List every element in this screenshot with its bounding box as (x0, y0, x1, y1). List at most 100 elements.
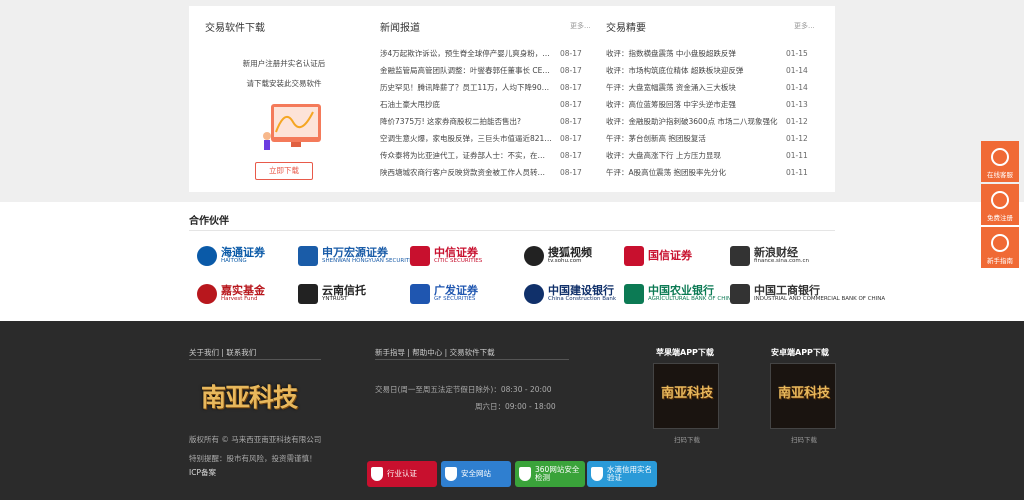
partner-mark-icon (410, 284, 430, 304)
summary-item-title[interactable]: 午评：大盘宽幅震荡 资金涌入三大板块 (606, 80, 778, 96)
top-section: 交易软件下载 新用户注册并实名认证后 请下载安装此交易软件 立即下载 新闻报道 … (0, 0, 1024, 202)
partner-logo[interactable]: 海通证券 HAITONG (197, 243, 265, 269)
summary-item[interactable]: 午评：A股高位震荡 抱团股率先分化 01-11 (606, 165, 820, 181)
android-scan-caption: 扫码下载 (791, 436, 817, 444)
partner-name-en: INDUSTRIAL AND COMMERCIAL BANK OF CHINA (754, 295, 886, 302)
summary-item[interactable]: 收评：金融股助沪指刺破3600点 市场二八现象强化 01-12 (606, 114, 820, 130)
partner-logo[interactable]: 嘉实基金 Harvest Fund (197, 281, 265, 307)
summary-title: 交易精要 (606, 23, 646, 34)
news-title: 新闻报道 (380, 23, 420, 34)
news-more-link[interactable]: 更多... (570, 21, 591, 31)
summary-item[interactable]: 收评：高位蓝筹股回落 中字头逆市走强 01-13 (606, 97, 820, 113)
trust-badge[interactable]: 360网站安全检测 (515, 461, 585, 487)
partner-mark-icon (298, 246, 318, 266)
news-item-title[interactable]: 陕西塘城农商行客户反映贷款资金被工作人员转走 ... (380, 165, 552, 181)
sidebar-lightbulb-button[interactable]: 免费注册 (981, 184, 1019, 225)
partner-mark-icon (624, 284, 644, 304)
ios-download-title: 苹果端APP下载 (656, 348, 714, 357)
trade-hours-weekday: 交易日(周一至周五法定节假日除外)：08:30 - 20:00 (375, 385, 552, 394)
news-item[interactable]: 涉4万起欺诈诉讼，预生脊全球停产婴儿爽身粉，健... 08-17 (380, 46, 590, 62)
partner-logo[interactable]: 中信证券 CITIC SECURITIES (410, 243, 482, 269)
shield-icon (371, 467, 383, 481)
news-item[interactable]: 陕西塘城农商行客户反映贷款资金被工作人员转走 ... 08-17 (380, 165, 590, 181)
summary-item[interactable]: 午评：茅台创新高 抱团股复活 01-12 (606, 131, 820, 147)
news-item-date: 08-17 (560, 151, 582, 160)
help-links[interactable]: 新手指导 | 帮助中心 | 交易软件下载 (375, 347, 495, 358)
partner-logo[interactable]: 广发证券 GF SECURITIES (410, 281, 478, 307)
sidebar-location-pin-button[interactable]: 新手指南 (981, 227, 1019, 268)
news-item[interactable]: 历史罕见！腾讯降薪了？员工11万，人均下降900... 08-17 (380, 80, 590, 96)
summary-item-title[interactable]: 收评：高位蓝筹股回落 中字头逆市走强 (606, 97, 778, 113)
news-item-date: 08-17 (560, 100, 582, 109)
summary-item-title[interactable]: 收评：金融股助沪指刺破3600点 市场二八现象强化 (606, 114, 778, 130)
summary-item-date: 01-14 (786, 66, 808, 75)
summary-item[interactable]: 收评：大盘高涨下行 上方压力显现 01-11 (606, 148, 820, 164)
partner-logo[interactable]: 新浪财经 finance.sina.com.cn (730, 243, 809, 269)
partners-title: 合作伙伴 (189, 216, 229, 227)
partner-mark-icon (410, 246, 430, 266)
trust-badge-label: 安全网站 (461, 468, 491, 478)
partners-divider (189, 230, 835, 231)
summary-item[interactable]: 午评：大盘宽幅震荡 资金涌入三大板块 01-14 (606, 80, 820, 96)
sidebar-headset-button[interactable]: 在线客服 (981, 141, 1019, 182)
news-item-date: 08-17 (560, 49, 582, 58)
news-item-title[interactable]: 空调生意火爆，家电股反弹，三巨头市值逼近821亿... (380, 131, 552, 147)
android-download-title: 安卓端APP下载 (771, 348, 829, 357)
summary-item[interactable]: 收评：市场构筑底位精体 超跌板块迎反弹 01-14 (606, 63, 820, 79)
trust-badge[interactable]: 行业认证 (367, 461, 437, 487)
news-item[interactable]: 空调生意火爆，家电股反弹，三巨头市值逼近821亿... 08-17 (380, 131, 590, 147)
partner-mark-icon (524, 284, 544, 304)
partner-logo[interactable]: 搜狐视频 tv.sohu.com (524, 243, 592, 269)
news-item-title[interactable]: 金融监管局高管团队调整：叶燮春郭任董事长 CEO... (380, 63, 552, 79)
partner-logo[interactable]: 中国农业银行 AGRICULTURAL BANK OF CHINA (624, 281, 735, 307)
news-item-title[interactable]: 降价7375万! 这家券商股权二拍能否售出? (380, 114, 552, 130)
partner-name-en: finance.sina.com.cn (754, 257, 809, 264)
about-links[interactable]: 关于我们 | 联系我们 (189, 347, 256, 358)
android-qr-image[interactable]: 南亚科技 (770, 363, 836, 429)
summary-item-date: 01-11 (786, 151, 808, 160)
ios-qr-image[interactable]: 南亚科技 (653, 363, 719, 429)
summary-more-link[interactable]: 更多... (794, 21, 815, 31)
site-logo[interactable]: 南亚科技 (201, 378, 309, 416)
partner-name-en: Harvest Fund (221, 295, 258, 302)
news-item-title[interactable]: 历史罕见！腾讯降薪了？员工11万，人均下降900... (380, 80, 552, 96)
trade-hours-weekend: 周六日：09:00 - 18:00 (475, 402, 556, 411)
app-logo-text: 南亚科技 (660, 386, 713, 401)
news-item[interactable]: 金融监管局高管团队调整：叶燮春郭任董事长 CEO... 08-17 (380, 63, 590, 79)
summary-item-title[interactable]: 收评：指数横盘震荡 中小盘股超跌反弹 (606, 46, 778, 62)
summary-item-title[interactable]: 午评：茅台创新高 抱团股复活 (606, 131, 778, 147)
ios-scan-caption: 扫码下载 (674, 436, 700, 444)
download-now-button[interactable]: 立即下载 (255, 162, 313, 180)
info-card: 交易软件下载 新用户注册并实名认证后 请下载安装此交易软件 立即下载 新闻报道 … (189, 6, 835, 192)
summary-item-title[interactable]: 午评：A股高位震荡 抱团股率先分化 (606, 165, 778, 181)
shield-icon (519, 467, 531, 481)
summary-item-title[interactable]: 收评：市场构筑底位精体 超跌板块迎反弹 (606, 63, 778, 79)
partner-logo[interactable]: 云南信托 YNTRUST (298, 281, 366, 307)
partner-logo[interactable]: 中国工商银行 INDUSTRIAL AND COMMERCIAL BANK OF … (730, 281, 885, 307)
summary-item-title[interactable]: 收评：大盘高涨下行 上方压力显现 (606, 148, 778, 164)
news-item-title[interactable]: 石油土豪大甩抄底 (380, 97, 552, 113)
news-item[interactable]: 传众泰将为比亚迪代工，证券部人士：不实，在预... 08-17 (380, 148, 590, 164)
news-item-title[interactable]: 传众泰将为比亚迪代工，证券部人士：不实，在预... (380, 148, 552, 164)
location-pin-icon (991, 234, 1009, 252)
partner-logo[interactable]: 国信证券 (624, 243, 692, 269)
summary-item-date: 01-12 (786, 134, 808, 143)
summary-panel: 交易精要 更多... 收评：指数横盘震荡 中小盘股超跌反弹 01-15 收评：市场构… (605, 6, 827, 192)
shield-icon (445, 467, 457, 481)
news-item[interactable]: 降价7375万! 这家券商股权二拍能否售出? 08-17 (380, 114, 590, 130)
sidebar-label: 免费注册 (987, 214, 1013, 222)
news-item-date: 08-17 (560, 117, 582, 126)
trust-badge[interactable]: 水滴信用实名验证 (587, 461, 657, 487)
partner-logo[interactable]: 申万宏源证券 SHENWAN HONGYUAN SECURITIES (298, 243, 418, 269)
summary-item[interactable]: 收评：指数横盘震荡 中小盘股超跌反弹 01-15 (606, 46, 820, 62)
copyright-text: 版权所有 © 马来西亚南亚科技有限公司 (189, 435, 322, 444)
summary-item-date: 01-14 (786, 83, 808, 92)
summary-item-date: 01-12 (786, 117, 808, 126)
news-item[interactable]: 石油土豪大甩抄底 08-17 (380, 97, 590, 113)
news-item-title[interactable]: 涉4万起欺诈诉讼，预生脊全球停产婴儿爽身粉，健... (380, 46, 552, 62)
partner-name: 国信证券 (648, 249, 692, 263)
partner-logo[interactable]: 中国建设银行 China Construction Bank (524, 281, 616, 307)
partner-name-en: AGRICULTURAL BANK OF CHINA (648, 295, 735, 302)
trust-badge[interactable]: 安全网站 (441, 461, 511, 487)
icp-link[interactable]: ICP备案 (189, 467, 216, 478)
